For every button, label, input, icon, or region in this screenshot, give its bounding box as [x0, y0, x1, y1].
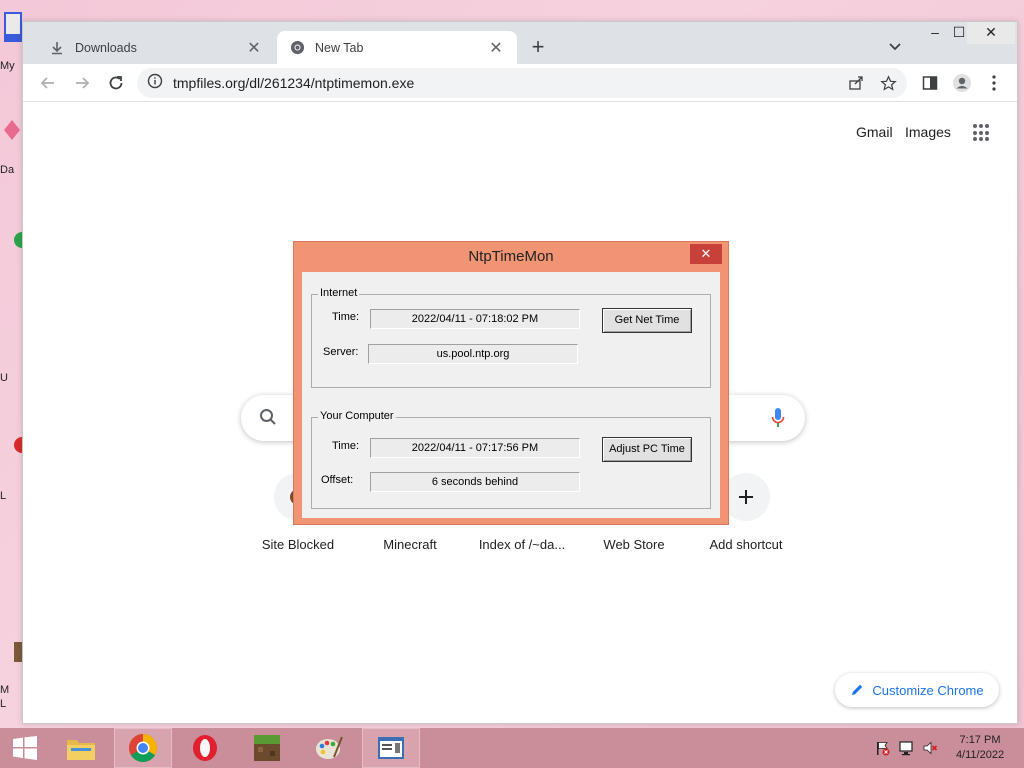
- opera-icon: [193, 735, 217, 761]
- dialog-close-button[interactable]: ✕: [690, 244, 722, 264]
- bookmark-star-icon[interactable]: [879, 74, 897, 92]
- chrome-icon: [289, 40, 305, 56]
- get-net-time-button[interactable]: Get Net Time: [602, 308, 692, 333]
- pencil-icon: [850, 683, 864, 697]
- clock-date: 4/11/2022: [955, 749, 1005, 761]
- taskbar: 7:17 PM 4/11/2022: [0, 728, 1024, 768]
- plus-icon: [722, 473, 770, 521]
- your-computer-group: Your Computer Time: 2022/04/11 - 07:17:5…: [311, 410, 711, 509]
- info-icon[interactable]: [147, 73, 163, 94]
- minecraft-icon: [254, 735, 280, 761]
- desktop-icon-brown[interactable]: [0, 640, 22, 669]
- url-text[interactable]: tmpfiles.org/dl/261234/ntptimemon.exe: [173, 75, 414, 91]
- desktop-icon-red[interactable]: [0, 433, 30, 462]
- microphone-icon[interactable]: [771, 407, 785, 434]
- system-clock[interactable]: 7:17 PM 4/11/2022: [948, 733, 1012, 763]
- address-bar[interactable]: tmpfiles.org/dl/261234/ntptimemon.exe: [137, 68, 907, 98]
- paint-icon: [316, 736, 343, 759]
- tab-downloads[interactable]: Downloads ✕: [37, 31, 275, 64]
- shortcut-label: Index of /~da...: [478, 537, 566, 552]
- ntptimemon-icon: [378, 737, 404, 759]
- customize-chrome-button[interactable]: Customize Chrome: [835, 673, 999, 707]
- chevron-down-icon: [889, 43, 901, 51]
- desktop-label: Da: [0, 164, 15, 176]
- internet-time-label: Time:: [332, 311, 360, 323]
- desktop-icon-computer[interactable]: [0, 10, 22, 55]
- offset-label: Offset:: [321, 474, 354, 486]
- desktop-icon-app[interactable]: [0, 118, 22, 147]
- internet-group: Internet Time: 2022/04/11 - 07:18:02 PM …: [311, 287, 711, 388]
- google-apps-icon[interactable]: [973, 124, 991, 142]
- server-field[interactable]: us.pool.ntp.org: [368, 344, 578, 364]
- chrome-icon: [129, 734, 157, 762]
- desktop-label: M: [0, 684, 10, 696]
- tab-title: New Tab: [315, 40, 364, 55]
- flag-notification-icon[interactable]: [874, 740, 890, 756]
- start-button[interactable]: [0, 728, 50, 768]
- desktop-icon-green[interactable]: [0, 228, 30, 257]
- pc-time-label: Time:: [332, 440, 360, 452]
- server-label: Server:: [323, 346, 359, 358]
- taskbar-paint[interactable]: [300, 728, 358, 768]
- group-legend: Internet: [318, 287, 360, 299]
- pc-time-field: 2022/04/11 - 07:17:56 PM: [370, 438, 580, 458]
- forward-arrow-icon: [76, 77, 90, 89]
- desktop-label: U: [0, 372, 8, 384]
- tab-new-tab[interactable]: New Tab ✕: [277, 31, 517, 64]
- back-arrow-icon: [40, 77, 54, 89]
- toolbar: tmpfiles.org/dl/261234/ntptimemon.exe: [23, 64, 1017, 102]
- forward-button[interactable]: [69, 70, 95, 96]
- tab-bar: Downloads ✕ New Tab ✕ + – ☐ ✕: [23, 22, 1017, 64]
- menu-kebab-icon[interactable]: [983, 72, 1005, 94]
- dialog-body: Internet Time: 2022/04/11 - 07:18:02 PM …: [302, 272, 720, 518]
- windows-logo-icon: [13, 736, 37, 760]
- taskbar-minecraft[interactable]: [238, 728, 296, 768]
- clock-time: 7:17 PM: [959, 734, 1001, 746]
- images-link[interactable]: Images: [905, 124, 951, 140]
- network-icon[interactable]: [898, 740, 914, 756]
- taskbar-chrome[interactable]: [114, 728, 172, 768]
- new-tab-button[interactable]: +: [525, 35, 551, 59]
- desktop-label: L: [0, 490, 7, 502]
- adjust-pc-time-button[interactable]: Adjust PC Time: [602, 437, 692, 462]
- taskbar-file-explorer[interactable]: [52, 728, 110, 768]
- desktop-label: My: [0, 60, 15, 72]
- offset-field: 6 seconds behind: [370, 472, 580, 492]
- taskbar-opera[interactable]: [176, 728, 234, 768]
- reload-button[interactable]: [103, 70, 129, 96]
- shortcut-label: Web Store: [603, 537, 665, 552]
- reload-icon: [109, 76, 123, 90]
- group-legend: Your Computer: [318, 410, 396, 422]
- ntptimemon-dialog: NtpTimeMon ✕ Internet Time: 2022/04/11 -…: [293, 241, 729, 525]
- shortcut-label: Site Blocked: [261, 537, 335, 552]
- side-panel-icon[interactable]: [919, 72, 941, 94]
- shortcut-label: Minecraft: [383, 537, 437, 552]
- desktop-label: L: [0, 698, 7, 710]
- share-icon[interactable]: [847, 74, 865, 92]
- gmail-link[interactable]: Gmail: [856, 124, 893, 140]
- file-explorer-icon: [67, 740, 95, 760]
- shortcut-label: Add shortcut: [709, 537, 783, 552]
- tab-title: Downloads: [75, 40, 137, 55]
- dialog-title: NtpTimeMon: [468, 248, 554, 265]
- close-icon[interactable]: ✕: [245, 38, 263, 58]
- window-close-button[interactable]: ✕: [967, 22, 1015, 44]
- volume-muted-icon[interactable]: [922, 740, 938, 756]
- customize-label: Customize Chrome: [872, 682, 984, 698]
- close-icon[interactable]: ✕: [487, 38, 505, 58]
- internet-time-field: 2022/04/11 - 07:18:02 PM: [370, 309, 580, 329]
- download-icon: [49, 40, 65, 56]
- profile-avatar-icon[interactable]: [951, 72, 973, 94]
- tab-search-button[interactable]: [885, 36, 905, 56]
- back-button[interactable]: [35, 70, 61, 96]
- search-icon: [259, 408, 277, 431]
- taskbar-ntptimemon[interactable]: [362, 728, 420, 768]
